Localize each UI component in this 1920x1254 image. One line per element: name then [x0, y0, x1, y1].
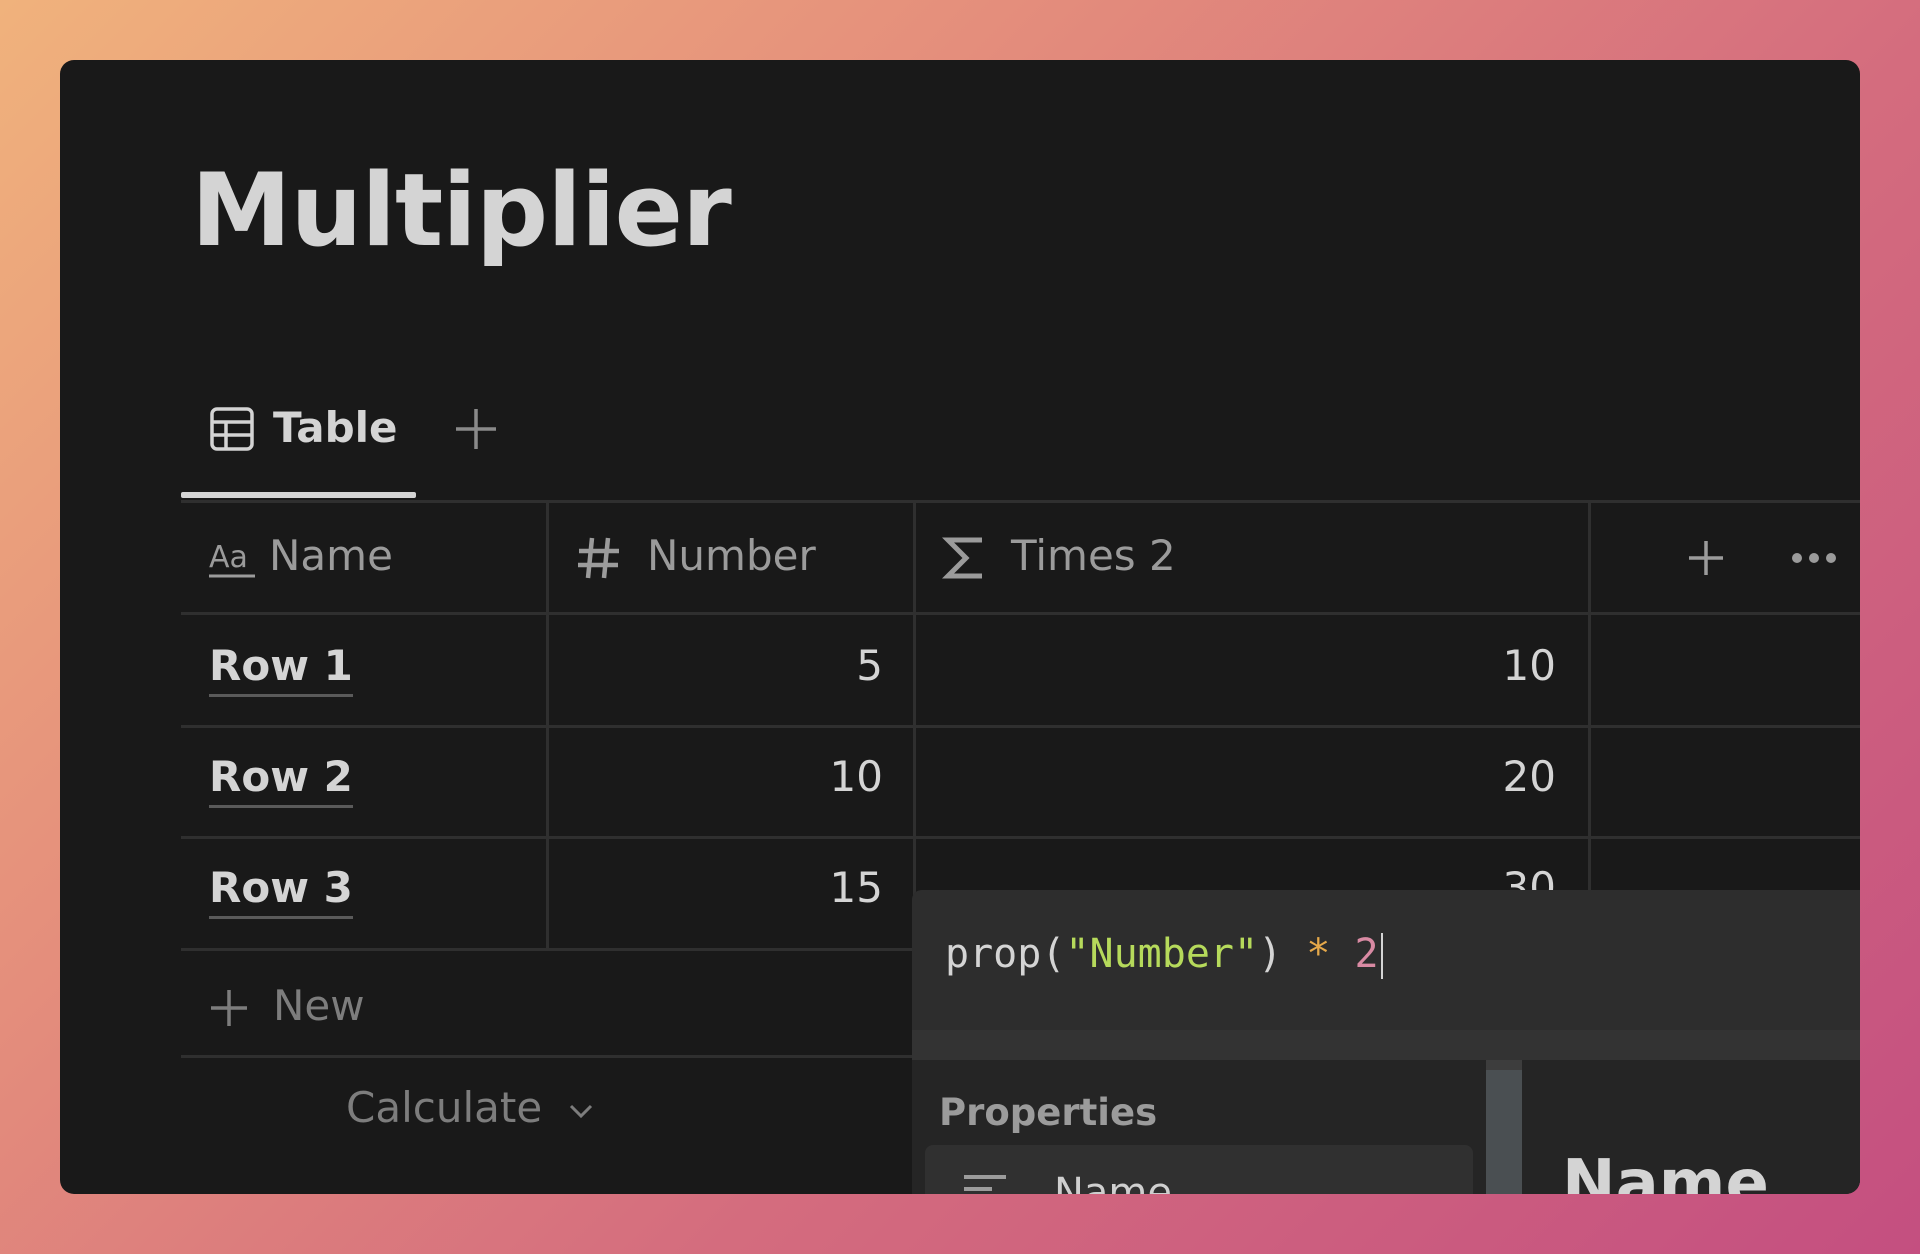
formula-operator-token: * — [1306, 931, 1331, 977]
formula-token: ) — [1258, 931, 1307, 977]
text-caret — [1380, 933, 1383, 979]
tab-table[interactable]: Table — [181, 350, 416, 500]
number-cell[interactable]: 10 — [549, 751, 883, 803]
property-item-label: Name — [1054, 1170, 1173, 1194]
new-row-label: New — [273, 981, 365, 1030]
divider — [912, 1030, 1860, 1060]
text-aa-icon: Aa — [209, 540, 255, 578]
formula-token: prop( — [945, 931, 1066, 977]
ellipsis-icon[interactable] — [1791, 548, 1837, 568]
view-tabbar: Table — [181, 350, 1860, 500]
divider — [1588, 500, 1591, 950]
plus-icon — [211, 990, 247, 1026]
hash-icon — [578, 537, 619, 579]
divider — [181, 836, 1860, 839]
row-name-cell[interactable]: Row 1 — [209, 640, 353, 697]
column-header-label: Times 2 — [1011, 531, 1176, 580]
calculate-label: Calculate — [346, 1083, 543, 1132]
formula-token — [1330, 931, 1354, 977]
divider — [181, 725, 1860, 728]
number-cell[interactable]: 15 — [549, 862, 883, 914]
column-header-number[interactable]: Number — [549, 500, 913, 612]
sigma-icon — [942, 537, 982, 579]
properties-section-label: Properties — [939, 1091, 1158, 1134]
formula-string-token: "Number" — [1065, 931, 1259, 977]
svg-text:Aa: Aa — [209, 540, 248, 575]
page-title: Multiplier — [191, 151, 732, 269]
property-item-name[interactable]: Name — [925, 1145, 1473, 1194]
divider — [181, 1055, 912, 1058]
app-window: Multiplier Table Aa Name Number Times 2 … — [60, 60, 1860, 1194]
row-name-cell[interactable]: Row 3 — [209, 862, 353, 919]
tab-label: Table — [273, 403, 398, 452]
chevron-down-icon — [569, 1104, 592, 1118]
text-lines-icon — [964, 1175, 1006, 1191]
add-view-plus-icon[interactable] — [453, 406, 499, 452]
formula-expression[interactable]: prop("Number") * 2 — [945, 928, 1383, 980]
divider — [181, 612, 1860, 615]
add-property-plus-icon[interactable] — [1686, 538, 1726, 578]
property-detail-title: Name — [1562, 1147, 1769, 1194]
formula-editor: prop("Number") * 2 Properties Name Name — [912, 890, 1860, 1194]
table-icon — [210, 407, 254, 451]
column-header-name[interactable]: Aa Name — [181, 500, 546, 612]
number-cell[interactable]: 5 — [549, 640, 883, 692]
scrollbar-thumb[interactable] — [1486, 1070, 1522, 1194]
times-2-cell[interactable]: 20 — [916, 751, 1556, 803]
active-tab-indicator — [181, 492, 416, 498]
times-2-cell[interactable]: 10 — [916, 640, 1556, 692]
row-name-cell[interactable]: Row 2 — [209, 751, 353, 808]
calculate-dropdown[interactable]: Calculate — [346, 1082, 594, 1134]
formula-input[interactable]: prop("Number") * 2 — [912, 890, 1860, 1030]
column-header-times-2[interactable]: Times 2 — [916, 500, 1588, 612]
formula-number-token: 2 — [1354, 931, 1379, 977]
column-header-label: Name — [269, 531, 393, 580]
column-header-label: Number — [647, 531, 816, 580]
